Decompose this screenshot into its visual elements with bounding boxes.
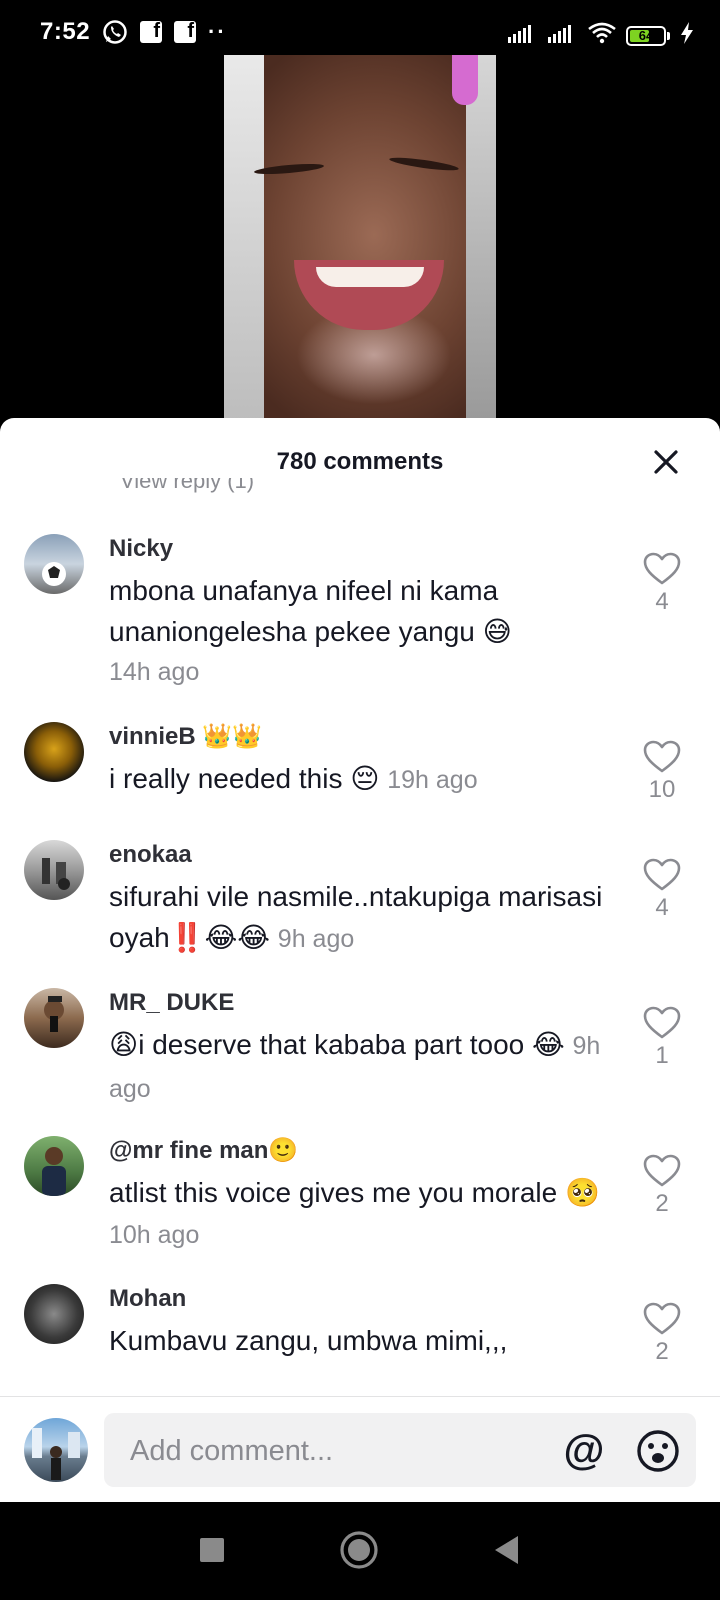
comment-time: 10h ago	[109, 1221, 200, 1249]
like-count: 4	[655, 588, 669, 615]
like-button[interactable]: 2	[634, 1154, 690, 1218]
like-count: 2	[655, 1190, 669, 1217]
like-count: 4	[655, 894, 669, 921]
wifi-icon	[588, 22, 616, 49]
comment-text: sifurahi vile nasmile..ntakupiga marisas…	[109, 881, 603, 953]
comment-input[interactable]	[128, 1413, 532, 1489]
like-button[interactable]: 2	[634, 1302, 690, 1366]
comment-time: 19h ago	[387, 766, 478, 794]
like-count: 10	[648, 776, 676, 803]
avatar[interactable]	[24, 1136, 84, 1196]
video-thumbnail[interactable]	[224, 55, 496, 420]
facebook-icon: f	[174, 20, 197, 43]
comment-time: 9h ago	[277, 925, 355, 953]
avatar[interactable]	[24, 988, 84, 1048]
comment-username[interactable]: enokaa	[109, 840, 629, 870]
signal-icon	[508, 23, 538, 48]
comment-username[interactable]: Nicky	[109, 534, 629, 564]
comment-input-box[interactable]: @	[104, 1413, 696, 1489]
recents-square-icon	[200, 1538, 224, 1562]
recents-button[interactable]	[190, 1528, 234, 1572]
comment-composer: @	[0, 1396, 720, 1503]
close-icon	[654, 450, 678, 474]
avatar[interactable]	[24, 722, 84, 782]
charging-icon	[680, 22, 694, 49]
home-button[interactable]	[337, 1528, 381, 1572]
whatsapp-icon	[102, 19, 128, 45]
heart-icon	[643, 740, 681, 773]
like-count: 2	[655, 1338, 669, 1365]
status-left: 7:52 f f ··	[40, 18, 227, 46]
like-button[interactable]: 1	[634, 1006, 690, 1070]
status-right: 64	[508, 22, 694, 49]
home-circle-icon	[340, 1531, 378, 1569]
battery-icon: 64	[626, 25, 670, 46]
emoji-button[interactable]	[636, 1429, 680, 1473]
comment-username[interactable]: vinnieB 👑👑	[109, 722, 629, 752]
avatar[interactable]	[24, 1284, 84, 1344]
heart-icon	[643, 1302, 681, 1335]
comment-username[interactable]: @mr fine man🙂	[109, 1136, 629, 1166]
back-button[interactable]	[484, 1528, 528, 1572]
heart-icon	[643, 1154, 681, 1187]
comments-count-title: 780 comments	[276, 448, 444, 475]
avatar[interactable]	[24, 534, 84, 594]
avatar[interactable]	[24, 840, 84, 900]
status-bar: 7:52 f f ·· 64	[0, 0, 720, 56]
view-reply-link[interactable]: View reply (1)	[120, 478, 254, 496]
battery-level: 64	[638, 28, 654, 43]
comment-username[interactable]: Mohan	[109, 1284, 629, 1314]
like-button[interactable]: 4	[634, 858, 690, 922]
status-time: 7:52	[40, 18, 91, 45]
navigation-bar	[0, 1502, 720, 1600]
my-avatar[interactable]	[24, 1418, 88, 1482]
heart-icon	[643, 1006, 681, 1039]
facebook-icon: f	[140, 20, 163, 43]
more-dots-icon: ··	[208, 19, 227, 44]
comments-sheet: 780 comments View reply (1) Nicky mbona …	[0, 418, 720, 1502]
comment-text: mbona unafanya nifeel ni kama unaniongel…	[109, 575, 512, 647]
like-count: 1	[655, 1042, 669, 1069]
like-button[interactable]: 4	[634, 552, 690, 616]
comment-text: atlist this voice gives me you morale 🥺	[109, 1177, 600, 1208]
heart-icon	[643, 858, 681, 891]
comment-text: i really needed this 😔	[109, 763, 380, 794]
comment-text: 😩i deserve that kababa part tooo 😂	[109, 1029, 565, 1060]
comment-text: Kumbavu zangu, umbwa mimi,,,	[109, 1325, 508, 1356]
mention-button[interactable]: @	[562, 1429, 606, 1473]
comment-time: 14h ago	[109, 658, 200, 686]
back-triangle-icon	[495, 1536, 518, 1564]
signal-icon	[548, 23, 578, 48]
close-button[interactable]	[650, 446, 682, 478]
heart-icon	[643, 552, 681, 585]
like-button[interactable]: 10	[634, 740, 690, 804]
comment-username[interactable]: MR_ DUKE	[109, 988, 629, 1018]
emoji-icon	[637, 1430, 679, 1472]
